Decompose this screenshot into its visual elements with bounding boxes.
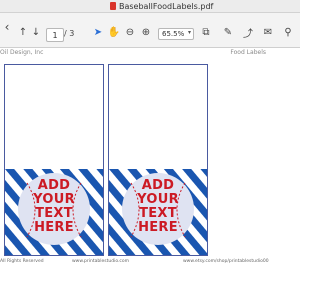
footer-shop-link: www.etsy.com/shop/printablestudio00 (183, 259, 269, 264)
search-icon[interactable]: ⚲ (282, 25, 294, 39)
page-total: / 3 (64, 29, 75, 38)
fit-page-icon[interactable]: ⧉ (200, 25, 212, 39)
pdf-file-icon (110, 2, 116, 10)
label-placeholder-text: ADD YOUR TEXT HERE (33, 178, 75, 235)
share-icon[interactable]: ⤴ (242, 25, 254, 40)
page-header-right: Food Labels (230, 49, 266, 56)
footer-website: www.printablestudio.com (72, 259, 130, 264)
footer-rights: All Rights Reserved (0, 259, 44, 264)
zoom-out-icon[interactable]: ⊖ (124, 25, 136, 39)
zoom-select[interactable]: 65.5% ▾ (158, 28, 194, 40)
zoom-in-icon[interactable]: ⊕ (140, 25, 152, 39)
food-label-1: ADD YOUR TEXT HERE (4, 64, 104, 256)
chevron-down-icon: ▾ (187, 29, 191, 36)
comment-icon[interactable]: ✉ (262, 25, 274, 39)
food-label-2: ADD YOUR TEXT HERE (108, 64, 208, 256)
select-pointer-icon[interactable]: ➤ (92, 25, 104, 39)
page-down-icon[interactable]: ↓ (31, 25, 41, 39)
toolbar: ‹ ↑ ↓ ➤ ✋ ⊖ ⊕ ⧉ ✎ ⤴ ✉ ⚲ (0, 13, 300, 48)
page-header-left: Oil Design, Inc (0, 49, 44, 56)
window-title: BaseballFoodLabels.pdf (119, 1, 214, 11)
zoom-value: 65.5% (162, 30, 185, 38)
page-number-input[interactable]: 1 (46, 28, 64, 42)
window-titlebar: BaseballFoodLabels.pdf (0, 0, 300, 13)
hand-tool-icon[interactable]: ✋ (108, 25, 120, 39)
document-canvas[interactable]: Oil Design, Inc Food Labels ADD YOUR TEX… (0, 48, 300, 300)
sign-pen-icon[interactable]: ✎ (222, 25, 234, 39)
label-placeholder-text: ADD YOUR TEXT HERE (137, 178, 179, 235)
page-up-icon[interactable]: ↑ (18, 25, 28, 39)
chevron-left-icon[interactable]: ‹ (2, 20, 12, 34)
